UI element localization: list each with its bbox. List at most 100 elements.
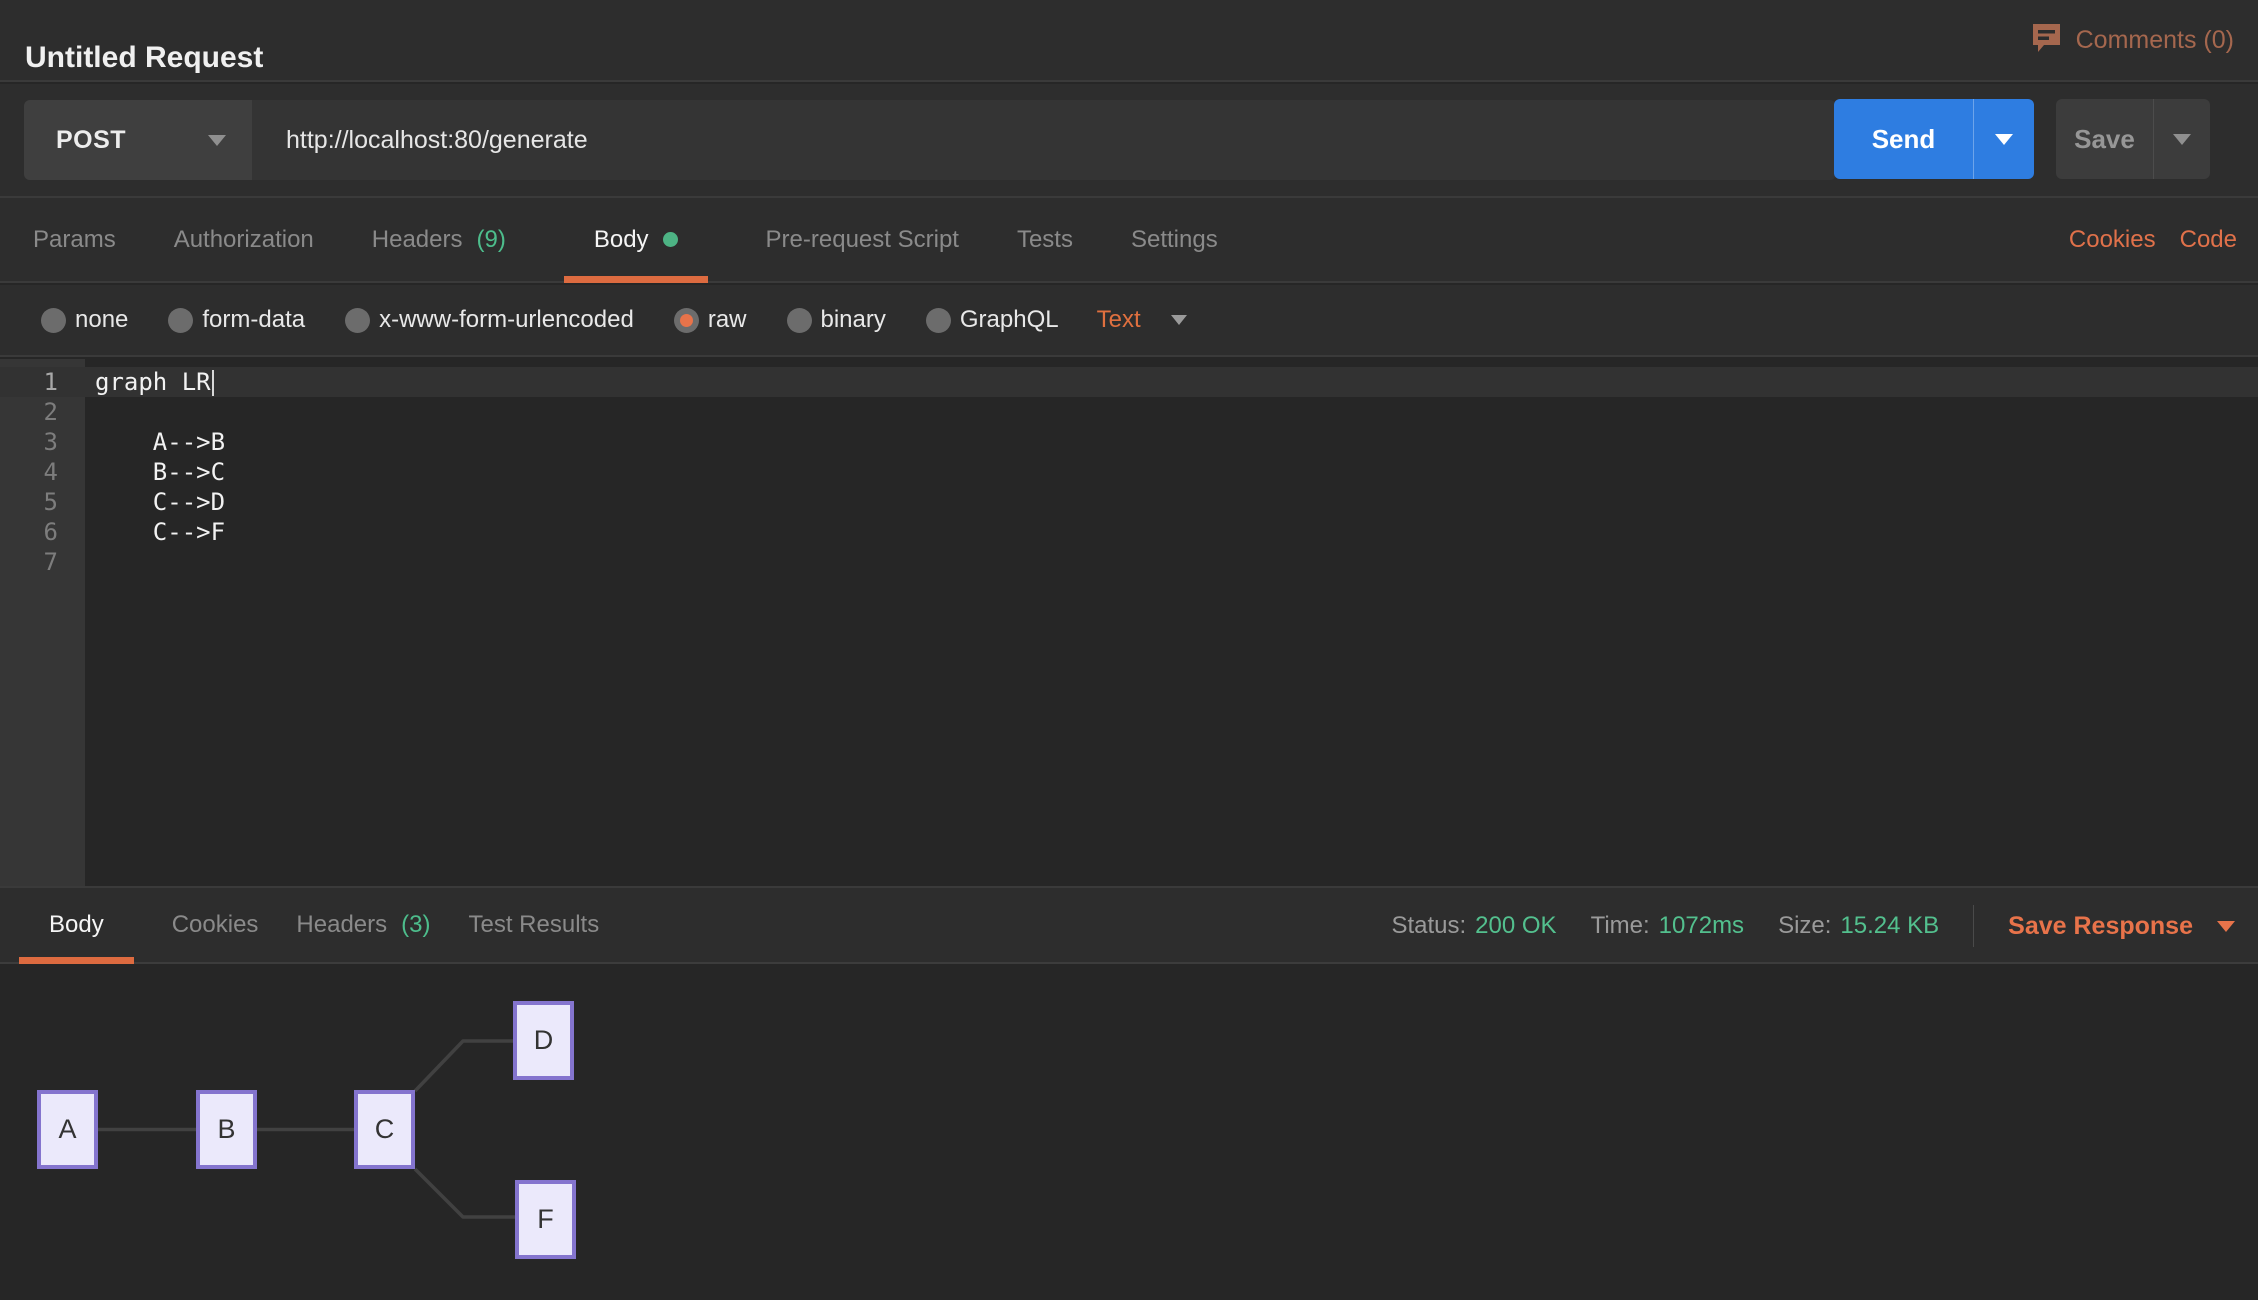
line-number: 1 [0,367,85,397]
editor-line[interactable]: 4 B-->C [0,457,2258,487]
request-header: Untitled Request Comments (0) [0,0,2258,82]
line-code: graph LR [85,367,2258,397]
radio-raw[interactable]: raw [674,306,747,334]
save-label: Save [2056,99,2153,179]
editor-lines: 1graph LR23 A-->B4 B-->C5 C-->D6 C-->F7 [0,367,2258,577]
editor-line[interactable]: 5 C-->D [0,487,2258,517]
editor-line[interactable]: 7 [0,547,2258,577]
status-value: 200 OK [1475,912,1556,940]
method-select[interactable]: POST [24,100,252,180]
mermaid-graph: A B C D F [0,966,720,1286]
comments-button[interactable]: Comments (0) [2031,22,2234,58]
cookies-link[interactable]: Cookies [2069,226,2156,254]
send-button[interactable]: Send [1834,99,2034,179]
response-headers-count-badge: (3) [401,911,430,939]
response-tab-cookies[interactable]: Cookies [172,888,259,962]
request-url-row: POST http://localhost:80/generate Send S… [0,84,2258,196]
radio-icon [345,308,370,333]
active-tab-underline [564,276,708,283]
radio-icon [926,308,951,333]
method-value: POST [56,126,126,155]
graph-node-F: F [515,1180,576,1259]
radio-icon [787,308,812,333]
line-code [85,547,2258,577]
response-status: Status: 200 OK [1391,912,1556,940]
line-code: C-->D [85,487,2258,517]
response-meta: Status: 200 OK Time: 1072ms Size: 15.24 … [1391,888,2235,964]
radio-binary[interactable]: binary [787,306,886,334]
graph-edge [415,1169,515,1217]
request-tab-links: Cookies Code [2069,196,2237,283]
editor-line[interactable]: 6 C-->F [0,517,2258,547]
send-label: Send [1834,99,1973,179]
line-code: B-->C [85,457,2258,487]
raw-format-select[interactable]: Text [1097,306,1187,334]
tab-headers[interactable]: Headers (9) [372,198,506,281]
url-bar: POST http://localhost:80/generate [24,100,1836,180]
radio-selected-icon [674,308,699,333]
headers-count-badge: (9) [477,226,506,254]
response-tab-test-results[interactable]: Test Results [468,888,599,962]
divider [1973,905,1974,947]
save-options-caret[interactable] [2153,99,2210,179]
response-size: Size: 15.24 KB [1778,912,1939,940]
code-link[interactable]: Code [2180,226,2237,254]
response-tab-body[interactable]: Body [19,888,134,962]
editor-line[interactable]: 2 [0,397,2258,427]
graph-node-B: B [196,1090,257,1169]
chevron-down-icon [2217,921,2235,932]
line-code: A-->B [85,427,2258,457]
line-number: 2 [0,397,85,427]
radio-form-data[interactable]: form-data [168,306,305,334]
save-button[interactable]: Save [2056,99,2210,179]
tab-tests[interactable]: Tests [1017,198,1073,281]
editor-line[interactable]: 3 A-->B [0,427,2258,457]
response-tab-headers[interactable]: Headers (3) [296,888,430,962]
postman-window: Untitled Request Comments (0) POST http:… [0,0,2258,1300]
comments-label: Comments (0) [2076,26,2234,55]
save-response-button[interactable]: Save Response [2008,912,2235,941]
tab-settings[interactable]: Settings [1131,198,1218,281]
chevron-down-icon [1171,315,1187,325]
format-value: Text [1097,306,1141,334]
size-value: 15.24 KB [1840,912,1939,940]
line-number: 3 [0,427,85,457]
line-number: 4 [0,457,85,487]
graph-node-D: D [513,1001,574,1080]
chevron-down-icon [2173,134,2191,145]
line-number: 7 [0,547,85,577]
comment-bubble-icon [2031,22,2062,58]
response-body[interactable]: A B C D F [0,966,2258,1300]
radio-x-www-form-urlencoded[interactable]: x-www-form-urlencoded [345,306,634,334]
editor-line[interactable]: 1graph LR [0,367,2258,397]
url-input[interactable]: http://localhost:80/generate [252,100,1836,180]
line-code [85,397,2258,427]
radio-none[interactable]: none [41,306,128,334]
time-value: 1072ms [1659,912,1744,940]
body-type-row: none form-data x-www-form-urlencoded raw… [0,285,2258,357]
radio-icon [41,308,66,333]
radio-icon [168,308,193,333]
graph-node-A: A [37,1090,98,1169]
tab-body[interactable]: Body [564,198,708,281]
request-title[interactable]: Untitled Request [25,41,263,75]
graph-edge [415,1041,513,1091]
radio-graphql[interactable]: GraphQL [926,306,1059,334]
tab-prerequest-script[interactable]: Pre-request Script [766,198,959,281]
tab-authorization[interactable]: Authorization [174,198,314,281]
active-tab-underline [19,957,134,964]
send-options-caret[interactable] [1973,99,2034,179]
graph-node-C: C [354,1090,415,1169]
response-time: Time: 1072ms [1591,912,1745,940]
text-cursor [212,370,214,396]
line-code: C-->F [85,517,2258,547]
line-number: 6 [0,517,85,547]
tab-params[interactable]: Params [33,198,116,281]
line-number: 5 [0,487,85,517]
body-modified-dot [663,232,678,247]
request-tabs: Params Authorization Headers (9) Body Pr… [0,196,2258,283]
chevron-down-icon [1995,134,2013,145]
chevron-down-icon [208,135,226,146]
request-body-editor[interactable]: 1graph LR23 A-->B4 B-->C5 C-->D6 C-->F7 [0,359,2258,886]
url-value: http://localhost:80/generate [286,126,588,155]
